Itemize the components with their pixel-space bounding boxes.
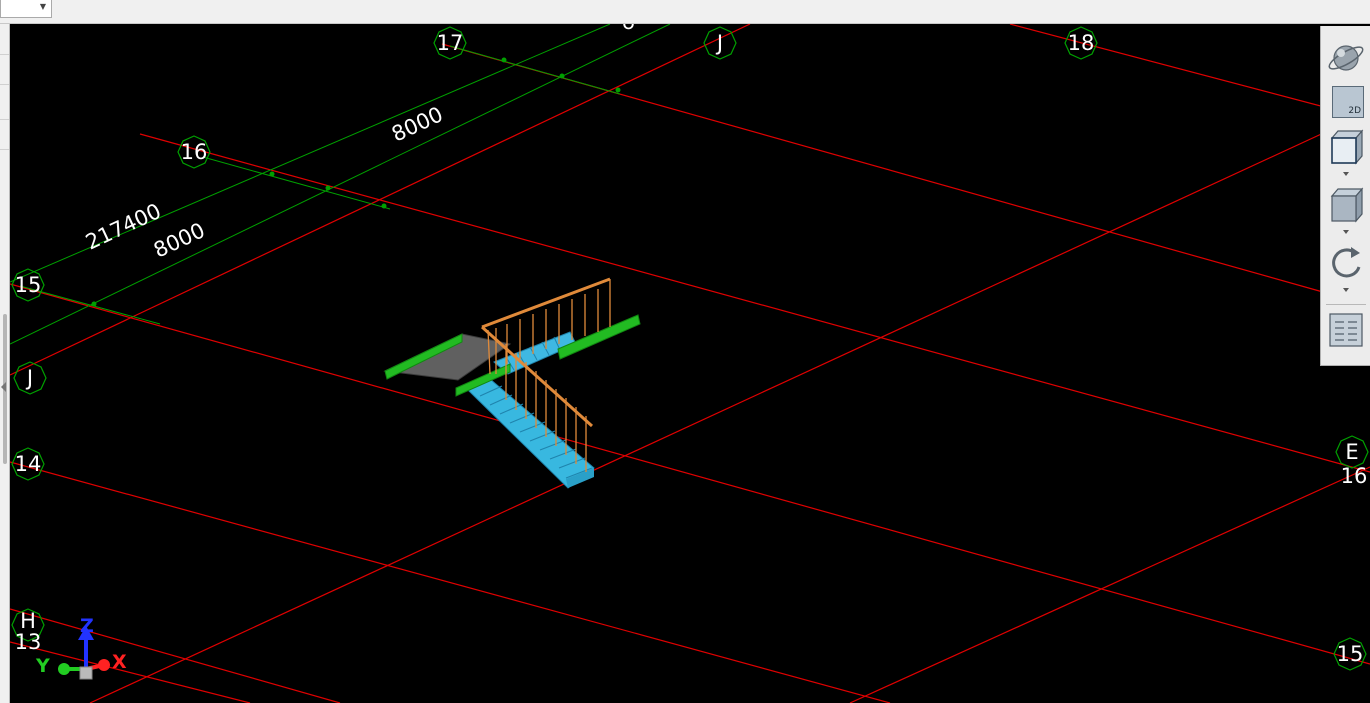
red-grid-lines bbox=[10, 24, 1370, 703]
stair-lower-flight[interactable] bbox=[467, 378, 595, 489]
dimension-ticks bbox=[91, 57, 621, 307]
dimension-label-8000-top: 8000 bbox=[388, 102, 447, 146]
rotate-icon bbox=[1332, 247, 1361, 292]
cube-front-icon bbox=[1330, 129, 1364, 176]
view-2d-icon: 2D bbox=[1332, 86, 1364, 118]
collapse-arrow-icon[interactable] bbox=[1, 382, 6, 392]
grid-extension-17 bbox=[449, 45, 621, 95]
grid-bubble-15-right: 15 bbox=[1337, 642, 1364, 666]
grid-bubble-e: E bbox=[1345, 440, 1358, 464]
model-canvas[interactable]: 8000 217400 8000 ʊ 17 J 18 16 15 J 14 E bbox=[10, 24, 1370, 703]
staircase-model[interactable] bbox=[383, 277, 641, 489]
view-3d-solid-button[interactable] bbox=[1324, 184, 1368, 234]
view-toolbar: 2D bbox=[1320, 26, 1370, 366]
grid-line-14 bbox=[10, 461, 891, 703]
view-3d-box-button[interactable] bbox=[1324, 126, 1368, 176]
grid-bubble-16-right: 16 bbox=[1341, 464, 1368, 488]
left-panel-edge bbox=[0, 24, 10, 703]
dimension-line-inner bbox=[10, 24, 671, 345]
grid-bubble-16: 16 bbox=[181, 140, 208, 164]
orbit-icon bbox=[1328, 45, 1364, 71]
view-dropdown[interactable]: ▼ bbox=[0, 0, 52, 18]
cube-icon bbox=[1330, 187, 1364, 234]
axis-y-label: Y bbox=[35, 655, 50, 677]
grid-line-upper-right bbox=[89, 129, 1331, 703]
view-2d-label: 2D bbox=[1348, 106, 1361, 116]
list-icon bbox=[1329, 313, 1363, 347]
properties-button[interactable] bbox=[1324, 310, 1368, 350]
3d-viewport[interactable]: 8000 217400 8000 ʊ 17 J 18 16 15 J 14 E bbox=[10, 24, 1370, 703]
grid-bubble-14: 14 bbox=[15, 452, 42, 476]
partial-dimension-label: ʊ bbox=[622, 24, 635, 34]
axis-z-label: Z bbox=[80, 615, 94, 637]
dimension-label-8000-left: 8000 bbox=[150, 218, 209, 262]
grid-line-13 bbox=[10, 608, 341, 703]
top-toolbar: ▼ bbox=[0, 0, 1370, 24]
axis-x-label: X bbox=[112, 651, 127, 673]
axis-gizmo: Z Y X bbox=[35, 615, 127, 680]
chevron-down-icon[interactable]: ▼ bbox=[40, 2, 46, 11]
grid-line-lower-right bbox=[849, 466, 1370, 703]
grid-bubble-17: 17 bbox=[437, 31, 464, 55]
grid-line-18 bbox=[1009, 24, 1370, 120]
grid-line-16 bbox=[139, 133, 1370, 473]
grid-line-15 bbox=[10, 283, 1370, 665]
grid-bubble-15: 15 bbox=[15, 273, 42, 297]
green-grid-lines bbox=[10, 24, 671, 345]
grid-bubble-13: 13 bbox=[15, 630, 42, 654]
grid-extension-16 bbox=[202, 156, 391, 210]
grid-bubble-shapes bbox=[11, 26, 1369, 671]
grid-bubble-18: 18 bbox=[1068, 31, 1095, 55]
grid-bubble-j-left: J bbox=[25, 366, 33, 390]
grid-bubble-j-top: J bbox=[715, 31, 723, 55]
rotate-button[interactable] bbox=[1324, 242, 1368, 292]
view-2d-button[interactable]: 2D bbox=[1324, 82, 1368, 122]
orbit-button[interactable] bbox=[1324, 38, 1368, 78]
